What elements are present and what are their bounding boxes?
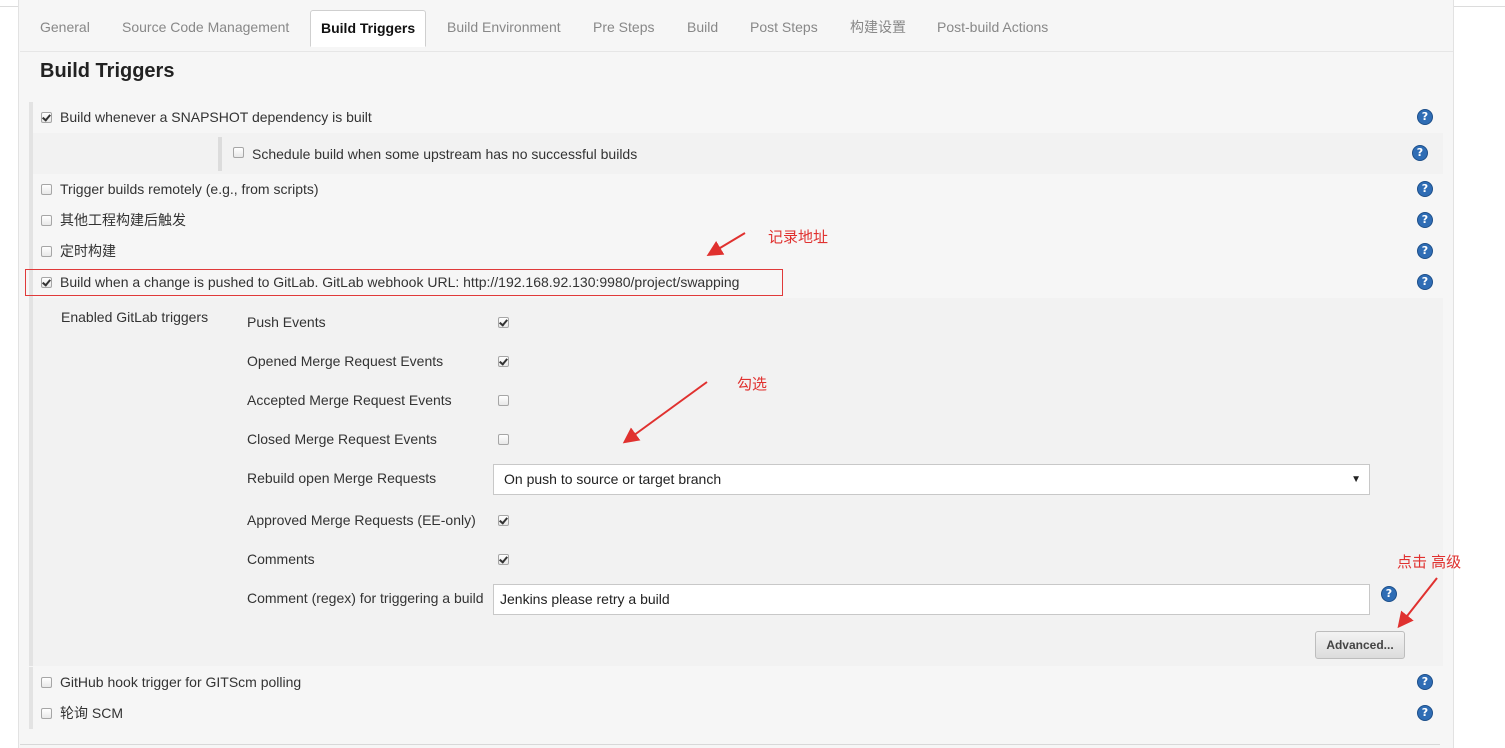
tab-general[interactable]: General — [40, 10, 90, 44]
upstream-label: Schedule build when some upstream has no… — [252, 146, 638, 162]
annotation-click-advanced: 点击 高级 — [1397, 554, 1462, 571]
trigger-github-row: GitHub hook trigger for GITScm polling — [29, 667, 1443, 698]
page-title: Build Triggers — [40, 60, 175, 82]
rebuild-mr-label: Rebuild open Merge Requests — [247, 470, 437, 486]
tab-build-triggers[interactable]: Build Triggers — [310, 10, 427, 47]
opened-mr-label: Opened Merge Request Events — [247, 353, 444, 369]
tab-build-environment[interactable]: Build Environment — [447, 10, 561, 44]
rebuild-mr-select[interactable]: On push to source or target branch ▼ — [493, 464, 1370, 495]
help-icon[interactable]: ? — [1417, 705, 1433, 721]
comment-regex-input[interactable]: Jenkins please retry a build — [493, 584, 1370, 615]
trigger-snapshot-row: Build whenever a SNAPSHOT dependency is … — [29, 102, 1443, 133]
push-events-label: Push Events — [247, 314, 326, 330]
trigger-scm-poll-row: 轮询 SCM — [29, 698, 1443, 729]
help-icon[interactable]: ? — [1381, 586, 1397, 602]
help-icon[interactable]: ? — [1412, 145, 1428, 161]
github-label: GitHub hook trigger for GITScm polling — [60, 674, 302, 690]
remote-label: Trigger builds remotely (e.g., from scri… — [60, 181, 319, 197]
gitlab-section-label: Enabled GitLab triggers — [61, 309, 209, 325]
push-events-checkbox[interactable] — [498, 317, 509, 328]
help-icon[interactable]: ? — [1417, 109, 1433, 125]
comments-checkbox[interactable] — [498, 554, 509, 565]
tab-post-build-actions[interactable]: Post-build Actions — [937, 10, 1048, 44]
tab-pre-steps[interactable]: Pre Steps — [593, 10, 654, 44]
accepted-mr-checkbox[interactable] — [498, 395, 509, 406]
comment-regex-label: Comment (regex) for triggering a build — [247, 590, 484, 606]
annotation-check: 勾选 — [737, 376, 768, 393]
annotation-record-url: 记录地址 — [768, 229, 829, 246]
scm-poll-checkbox[interactable] — [41, 708, 52, 719]
github-checkbox[interactable] — [41, 677, 52, 688]
tab-bar: General Source Code Management Build Tri… — [28, 8, 1438, 50]
accepted-mr-label: Accepted Merge Request Events — [247, 392, 452, 408]
rebuild-mr-value: On push to source or target branch — [504, 471, 722, 487]
advanced-button[interactable]: Advanced... — [1315, 631, 1405, 659]
trigger-periodic-row: 定时构建 — [29, 236, 1443, 267]
tab-build-settings[interactable]: 构建设置 — [850, 10, 906, 44]
tab-build[interactable]: Build — [687, 10, 718, 44]
closed-mr-checkbox[interactable] — [498, 434, 509, 445]
help-icon[interactable]: ? — [1417, 243, 1433, 259]
trigger-other-project-row: 其他工程构建后触发 — [29, 205, 1443, 236]
approved-mr-label: Approved Merge Requests (EE-only) — [247, 512, 476, 528]
help-icon[interactable]: ? — [1417, 674, 1433, 690]
upstream-row: Schedule build when some upstream has no… — [218, 137, 1443, 171]
help-icon[interactable]: ? — [1417, 274, 1433, 290]
help-icon[interactable]: ? — [1417, 181, 1433, 197]
opened-mr-checkbox[interactable] — [498, 356, 509, 367]
tab-post-steps[interactable]: Post Steps — [750, 10, 818, 44]
help-icon[interactable]: ? — [1417, 212, 1433, 228]
snapshot-label: Build whenever a SNAPSHOT dependency is … — [60, 109, 372, 125]
chevron-down-icon: ▼ — [1351, 474, 1361, 485]
scm-poll-label: 轮询 SCM — [60, 705, 123, 721]
other-project-checkbox[interactable] — [41, 215, 52, 226]
closed-mr-label: Closed Merge Request Events — [247, 431, 437, 447]
trigger-remote-row: Trigger builds remotely (e.g., from scri… — [29, 174, 1443, 205]
approved-mr-checkbox[interactable] — [498, 515, 509, 526]
highlight-box — [25, 269, 783, 296]
periodic-label: 定时构建 — [60, 243, 116, 259]
other-project-label: 其他工程构建后触发 — [60, 212, 186, 228]
upstream-checkbox[interactable] — [233, 147, 244, 158]
snapshot-checkbox[interactable] — [41, 112, 52, 123]
comments-label: Comments — [247, 551, 315, 567]
tab-source-code-management[interactable]: Source Code Management — [122, 10, 289, 44]
remote-checkbox[interactable] — [41, 184, 52, 195]
periodic-checkbox[interactable] — [41, 246, 52, 257]
